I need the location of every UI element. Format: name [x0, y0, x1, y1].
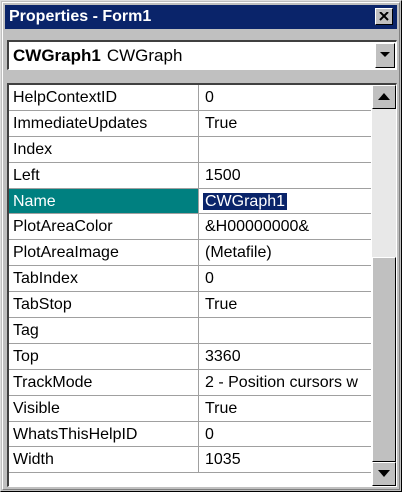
- property-row-plotareaimage[interactable]: PlotAreaImage (Metafile): [9, 240, 371, 267]
- object-selector[interactable]: CWGraph1 CWGraph: [7, 40, 397, 70]
- property-value[interactable]: True: [199, 292, 371, 317]
- object-selector-dropdown-button[interactable]: [375, 43, 395, 68]
- property-value[interactable]: 3360: [199, 344, 371, 369]
- title-bar[interactable]: Properties - Form1: [5, 5, 397, 29]
- arrow-up-icon: [378, 93, 390, 100]
- property-name[interactable]: Left: [9, 162, 199, 188]
- scroll-up-button[interactable]: [372, 85, 396, 109]
- property-value-text: &H00000000&: [205, 218, 310, 236]
- property-row-left[interactable]: Left 1500: [9, 162, 371, 189]
- property-value[interactable]: &H00000000&: [199, 214, 371, 239]
- vertical-scrollbar[interactable]: [372, 85, 396, 486]
- property-value[interactable]: True: [199, 396, 371, 421]
- property-name[interactable]: PlotAreaImage: [9, 240, 199, 266]
- scroll-down-button[interactable]: [372, 462, 396, 486]
- property-value[interactable]: 2 - Position cursors w: [199, 370, 371, 395]
- properties-window: Properties - Form1 CWGraph1 CWGraph HelpC…: [0, 0, 402, 492]
- property-value[interactable]: 0: [199, 422, 371, 447]
- property-name[interactable]: TrackMode: [9, 369, 199, 395]
- property-name[interactable]: PlotAreaColor: [9, 214, 199, 240]
- property-row-index[interactable]: Index: [9, 136, 371, 163]
- property-name[interactable]: ImmediateUpdates: [9, 110, 199, 136]
- close-icon: [379, 12, 389, 21]
- property-row-tabindex[interactable]: TabIndex 0: [9, 266, 371, 293]
- property-row-trackmode[interactable]: TrackMode 2 - Position cursors w: [9, 369, 371, 396]
- property-name[interactable]: Name: [9, 188, 199, 214]
- object-name: CWGraph1: [13, 46, 101, 65]
- property-name[interactable]: WhatsThisHelpID: [9, 421, 199, 447]
- property-value-text: 1500: [205, 166, 241, 184]
- property-row-name[interactable]: Name CWGraph1: [9, 188, 371, 215]
- chevron-down-icon: [380, 52, 390, 57]
- property-row-width[interactable]: Width 1035: [9, 447, 371, 474]
- property-value[interactable]: 0: [199, 85, 371, 110]
- property-name[interactable]: Tag: [9, 318, 199, 343]
- property-row-whatsthishelpid[interactable]: WhatsThisHelpID 0: [9, 421, 371, 448]
- property-value[interactable]: CWGraph1: [199, 189, 371, 214]
- scrollbar-thumb[interactable]: [372, 257, 396, 462]
- property-value[interactable]: (Metafile): [199, 240, 371, 265]
- property-value[interactable]: 1500: [199, 163, 371, 188]
- property-value-text: True: [205, 399, 238, 417]
- property-row-helpcontextid[interactable]: HelpContextID 0: [9, 85, 371, 111]
- property-row-plotareacolor[interactable]: PlotAreaColor &H00000000&: [9, 214, 371, 241]
- property-name[interactable]: HelpContextID: [9, 85, 199, 110]
- property-value-text: 0: [205, 425, 214, 443]
- property-value[interactable]: 0: [199, 266, 371, 291]
- property-value[interactable]: True: [199, 111, 371, 136]
- property-value-text: True: [205, 114, 238, 132]
- property-row-immediateupdates[interactable]: ImmediateUpdates True: [9, 110, 371, 137]
- arrow-down-icon: [378, 470, 390, 477]
- window-title: Properties - Form1: [9, 8, 152, 25]
- property-value-text: 3360: [205, 347, 241, 365]
- property-name[interactable]: Visible: [9, 395, 199, 421]
- property-value-text: (Metafile): [205, 244, 272, 262]
- property-name[interactable]: Top: [9, 343, 199, 369]
- property-row-visible[interactable]: Visible True: [9, 395, 371, 422]
- property-value[interactable]: [199, 318, 371, 343]
- property-value[interactable]: 1035: [199, 447, 371, 472]
- property-value-text: 0: [205, 89, 214, 106]
- property-value-text: True: [205, 296, 238, 314]
- property-name[interactable]: Index: [9, 136, 199, 162]
- property-value-text: 0: [205, 270, 214, 288]
- close-button[interactable]: [375, 8, 393, 25]
- property-name[interactable]: TabStop: [9, 292, 199, 318]
- property-value-text: 2 - Position cursors w: [205, 373, 358, 391]
- property-value-text: 1035: [205, 451, 241, 469]
- property-row-tag[interactable]: Tag: [9, 318, 371, 344]
- property-grid: HelpContextID 0 ImmediateUpdates True Index L…: [7, 83, 397, 487]
- property-value[interactable]: [199, 137, 371, 162]
- property-value-text: CWGraph1: [203, 192, 288, 210]
- property-list: HelpContextID 0 ImmediateUpdates True Index L…: [9, 85, 371, 474]
- property-name[interactable]: Width: [9, 447, 199, 473]
- property-name[interactable]: TabIndex: [9, 266, 199, 292]
- property-row-tabstop[interactable]: TabStop True: [9, 292, 371, 319]
- property-row-top[interactable]: Top 3360: [9, 343, 371, 370]
- object-type: CWGraph: [106, 46, 183, 65]
